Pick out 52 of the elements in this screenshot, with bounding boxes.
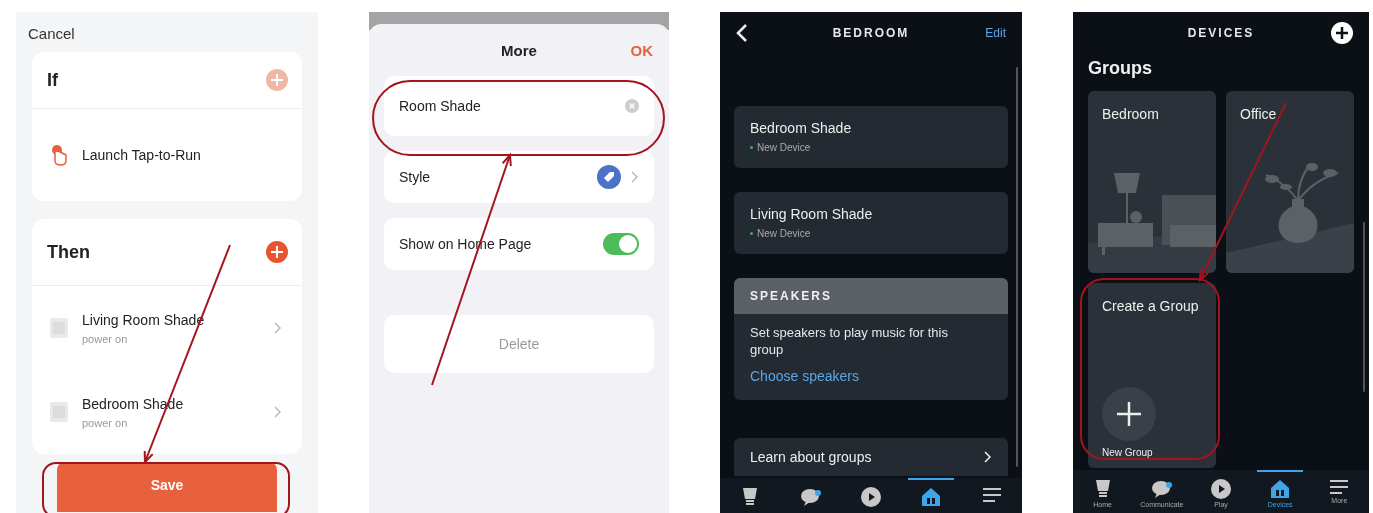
toggle-switch[interactable] — [603, 233, 639, 255]
new-group-label: New Group — [1102, 447, 1154, 458]
chevron-icon — [274, 322, 282, 334]
play-icon[interactable] — [860, 487, 881, 507]
chevron-icon — [631, 171, 639, 183]
screen-title: BEDROOM — [832, 26, 910, 40]
choose-speakers-link[interactable]: Choose speakers — [734, 358, 1008, 400]
device-card[interactable]: Bedroom Shade New Device — [734, 106, 1008, 168]
device-card[interactable]: Living Room Shade New Device — [734, 192, 1008, 254]
cancel-link[interactable]: Cancel — [16, 12, 318, 52]
section-title: If — [47, 69, 58, 91]
device-status: New Device — [757, 142, 811, 153]
chevron-icon — [274, 406, 282, 418]
settings-row[interactable]: Style — [384, 151, 654, 203]
device-name: Living Room Shade — [750, 206, 874, 222]
chat-bubble-icon[interactable] — [1150, 479, 1173, 499]
section-heading: Groups — [1087, 57, 1153, 80]
device-status: New Device — [757, 228, 811, 239]
menu-icon[interactable] — [981, 487, 1002, 503]
action-status: power on — [82, 416, 129, 429]
tag-icon — [597, 165, 621, 189]
back-icon[interactable] — [736, 24, 748, 42]
chevron-icon — [984, 451, 992, 463]
section-title: Then — [47, 241, 90, 263]
group-name: Office — [1239, 105, 1278, 122]
tap-hand-icon — [50, 144, 68, 166]
edit-link[interactable]: Edit — [985, 26, 1006, 40]
sheet-title: More — [501, 41, 537, 59]
trigger-label: Launch Tap-to-Run — [82, 147, 201, 163]
add-icon[interactable] — [1331, 22, 1353, 44]
speakers-description: Set speakers to play music for this group — [749, 324, 949, 358]
learn-label: Learn about groups — [750, 449, 872, 465]
house-icon[interactable] — [1270, 479, 1291, 499]
row-label: Style — [399, 169, 432, 185]
create-group-tile[interactable]: Create a Group New Group — [1088, 283, 1216, 468]
tile-title: Create a Group — [1101, 297, 1200, 314]
plus-icon — [1116, 401, 1142, 427]
group-tile[interactable]: Bedroom — [1088, 91, 1216, 273]
shade-icon — [50, 318, 68, 338]
shade-icon — [50, 402, 68, 422]
action-status: power on — [82, 332, 129, 345]
menu-icon[interactable] — [1329, 479, 1350, 495]
learn-row[interactable]: Learn about groups — [734, 438, 1008, 476]
section-header: SPEAKERS — [734, 278, 1008, 314]
chat-bubble-icon[interactable] — [799, 487, 822, 507]
group-tile[interactable]: Office — [1226, 91, 1354, 273]
house-icon[interactable] — [921, 487, 942, 507]
group-name: Bedroom — [1101, 105, 1160, 122]
screen-title: DEVICES — [1187, 26, 1255, 40]
name-field[interactable]: Room Shade — [384, 76, 654, 136]
play-icon[interactable] — [1210, 479, 1231, 499]
device-name: Bedroom Shade — [750, 120, 853, 136]
